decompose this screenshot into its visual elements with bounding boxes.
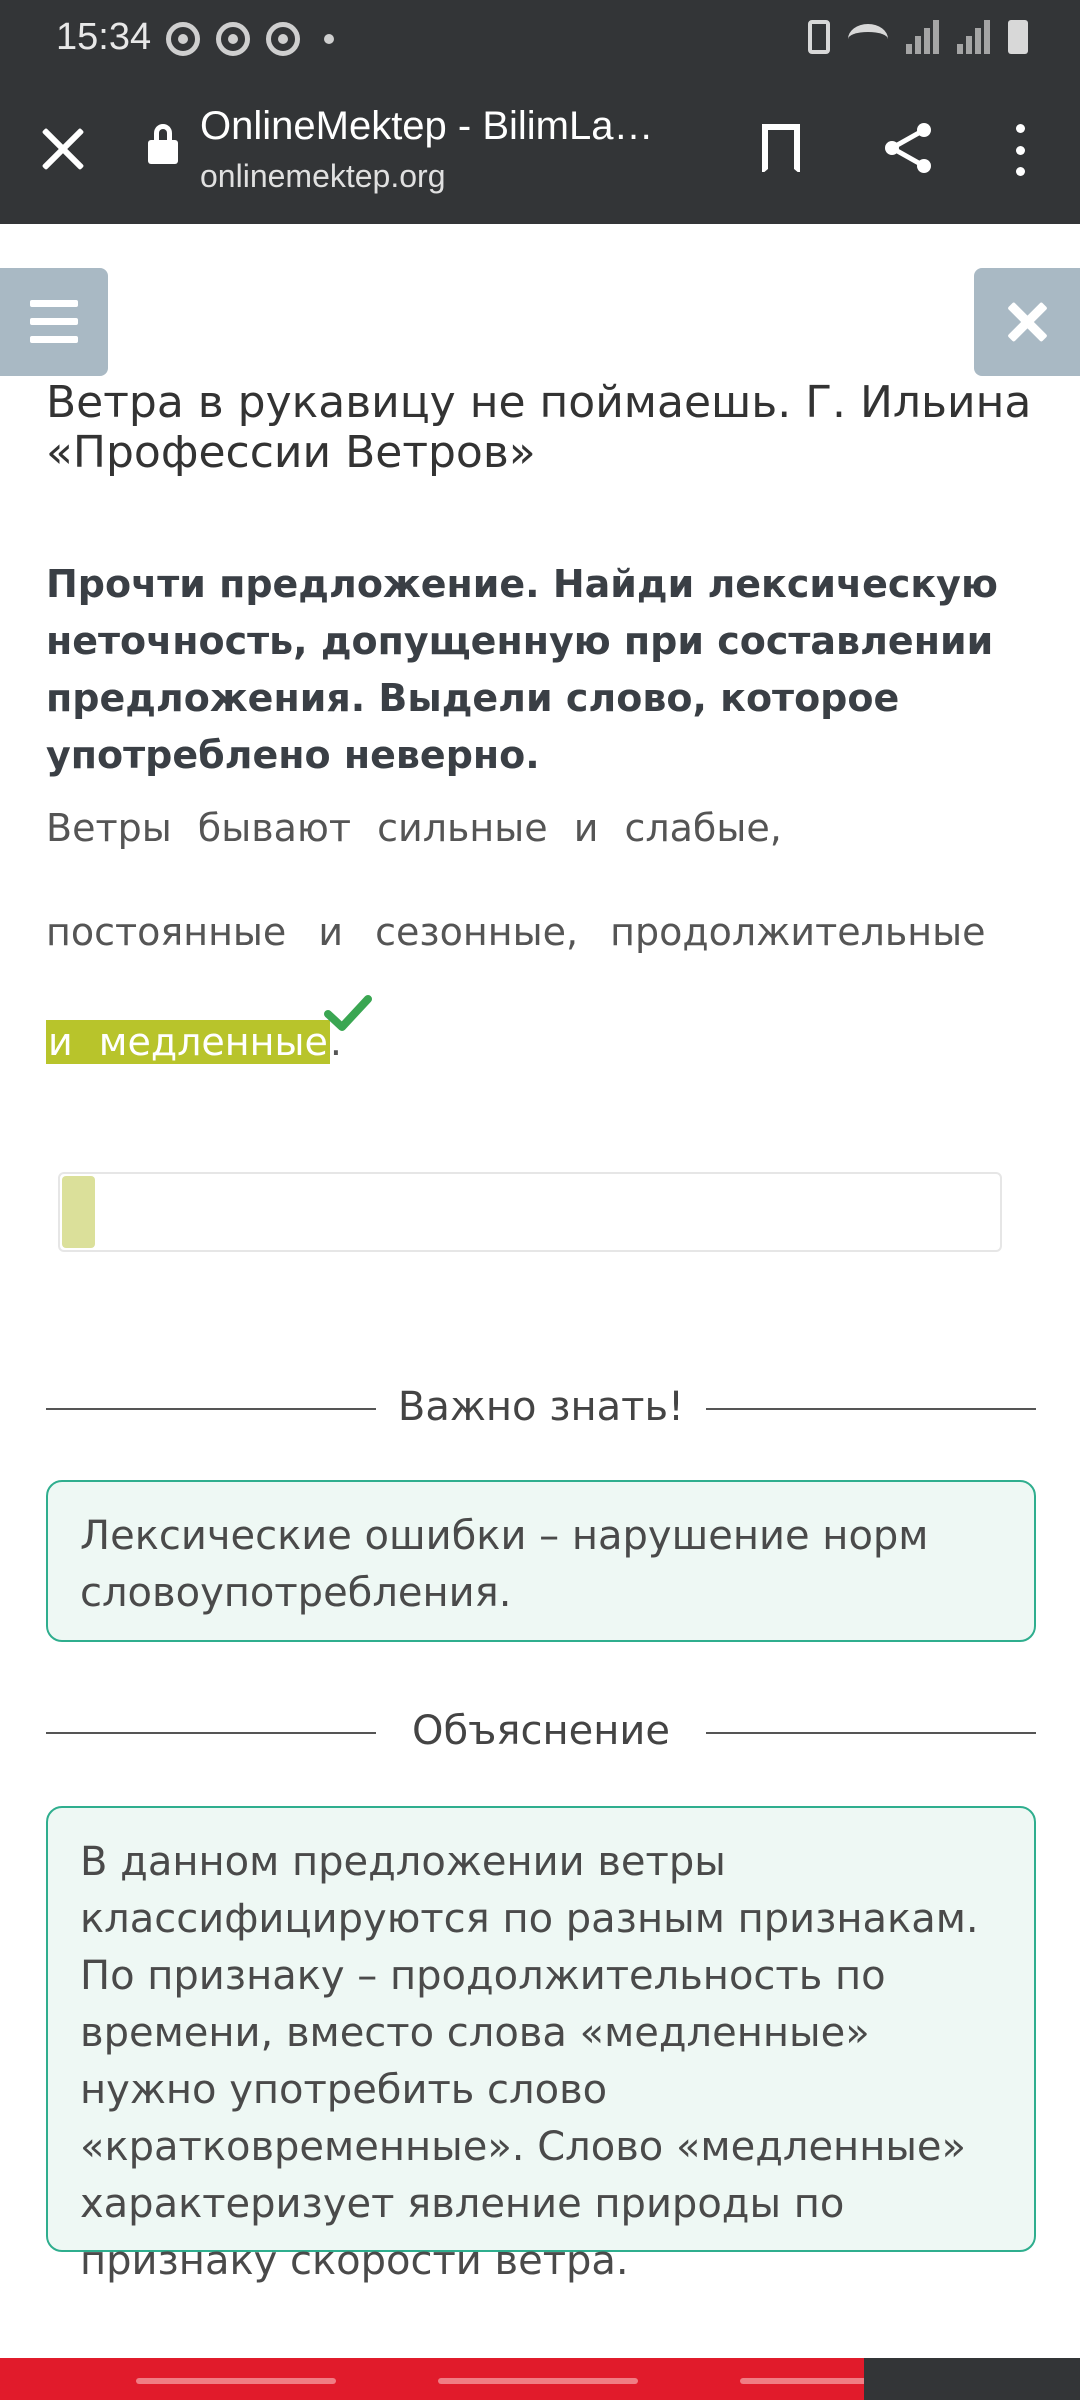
page-title[interactable]: OnlineMektep - BilimLa… [200,104,710,149]
task-instruction: Прочти предложение. Найди лексическую не… [46,562,998,777]
selected-word[interactable]: и медленные [46,1020,330,1064]
chrome-notification-icon [216,22,250,56]
system-nav-bar [0,2358,1080,2400]
lesson-title: Ветра в рукавицу не поймаешь. Г. Ильина … [46,377,1032,478]
sentence-line[interactable]: постоянные и сезонные, продолжительные [46,910,986,954]
browser-toolbar: OnlineMektep - BilimLa… onlinemektep.org [0,76,1080,224]
check-icon [324,995,372,1031]
status-time: 15:34 [56,16,152,58]
close-button[interactable] [974,268,1080,376]
signal-icon [957,20,990,54]
close-tab-icon[interactable] [40,126,86,172]
important-text: Лексические ошибки – нарушение норм слов… [80,1513,929,1616]
explanation-divider: Объяснение [46,1704,1036,1764]
chrome-notification-icon [166,22,200,56]
wifi-icon [848,24,888,54]
bookmark-icon[interactable] [762,124,800,174]
important-heading: Важно знать! [397,1384,685,1430]
more-options-icon[interactable] [1008,124,1032,176]
signal-icon [906,20,939,54]
nav-handle[interactable] [136,2378,336,2384]
lock-icon[interactable] [148,124,178,164]
menu-button[interactable] [0,268,108,376]
notification-icons [166,22,334,56]
explanation-text: В данном предложении ветры классифицирую… [80,1839,979,2284]
answer-progress-bar [58,1172,1002,1252]
progress-fill [62,1176,95,1248]
explanation-box: В данном предложении ветры классифицирую… [46,1806,1036,2284]
chrome-notification-icon [266,22,300,56]
important-divider: Важно знать! [46,1380,1036,1440]
status-bar: 15:34 [0,0,1080,76]
hamburger-icon [30,300,78,307]
sentence-line[interactable]: Ветры бывают сильные и слабые, [46,806,782,850]
sentence-line: и медленные. [46,995,372,1064]
nav-handle[interactable] [438,2378,638,2384]
share-icon[interactable] [880,120,936,176]
battery-saver-icon [808,20,830,54]
system-icons [808,20,1028,54]
page-url[interactable]: onlinemektep.org [200,158,445,195]
battery-icon [1008,20,1028,54]
more-notifications-icon [324,34,334,44]
explanation-heading: Объяснение [412,1708,670,1754]
important-box: Лексические ошибки – нарушение норм слов… [46,1480,1036,1642]
